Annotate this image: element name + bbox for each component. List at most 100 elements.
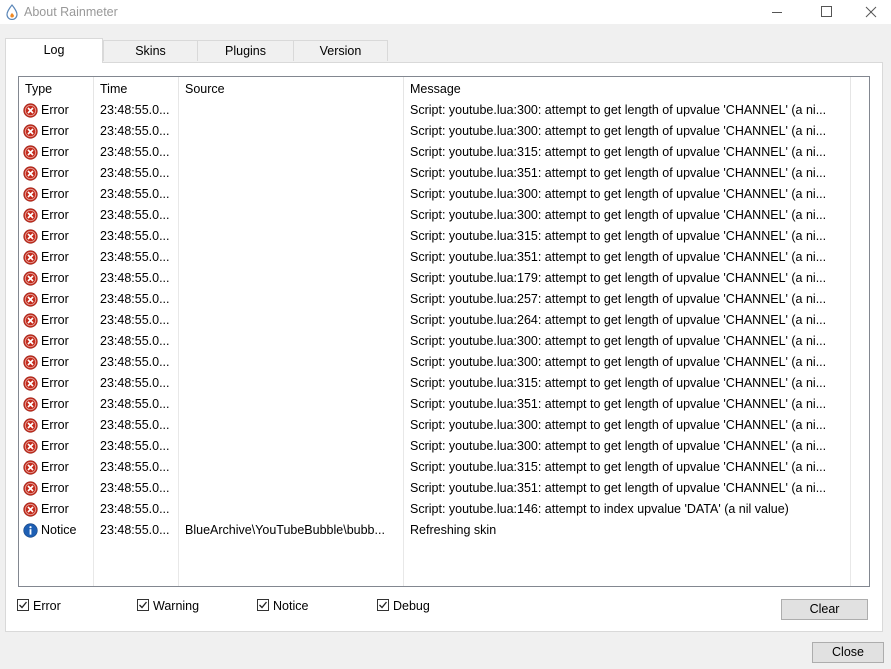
log-type: Error xyxy=(41,166,69,180)
log-source xyxy=(185,289,407,310)
log-message: Script: youtube.lua:300: attempt to get … xyxy=(410,208,827,222)
log-type: Error xyxy=(41,124,69,138)
log-time: 23:48:55.0... xyxy=(100,250,170,264)
log-row[interactable]: Error 23:48:55.0... Script: youtube.lua:30… xyxy=(19,121,869,142)
log-row[interactable]: Error 23:48:55.0... Script: youtube.lua:31… xyxy=(19,373,869,394)
close-icon xyxy=(865,6,877,18)
log-row[interactable]: Error 23:48:55.0... Script: youtube.lua:25… xyxy=(19,289,869,310)
error-icon xyxy=(23,481,38,496)
log-rows: Error 23:48:55.0... Script: youtube.lua:30… xyxy=(19,100,869,541)
log-type: Error xyxy=(41,460,69,474)
log-source xyxy=(185,163,407,184)
log-message: Script: youtube.lua:351: attempt to get … xyxy=(410,166,827,180)
tab-skins[interactable]: Skins xyxy=(103,40,198,61)
log-time: 23:48:55.0... xyxy=(100,397,170,411)
column-header-type[interactable]: Type xyxy=(19,77,94,100)
log-type-cell: Error xyxy=(23,499,109,520)
log-message: Script: youtube.lua:264: attempt to get … xyxy=(410,313,827,327)
log-row[interactable]: Error 23:48:55.0... Script: youtube.lua:30… xyxy=(19,436,869,457)
log-type-cell: Error xyxy=(23,205,109,226)
checkmark-icon xyxy=(259,601,268,609)
checkmark-icon xyxy=(139,601,148,609)
window-title: About Rainmeter xyxy=(24,5,118,19)
tab-version[interactable]: Version xyxy=(293,40,388,61)
log-type: Error xyxy=(41,397,69,411)
log-source xyxy=(185,142,407,163)
column-header-message[interactable]: Message xyxy=(404,77,851,100)
checkbox-box[interactable] xyxy=(17,599,29,611)
log-row[interactable]: Error 23:48:55.0... Script: youtube.lua:30… xyxy=(19,415,869,436)
log-message: Script: youtube.lua:300: attempt to get … xyxy=(410,103,827,117)
log-row[interactable]: Error 23:48:55.0... Script: youtube.lua:30… xyxy=(19,205,869,226)
column-header-source[interactable]: Source xyxy=(179,77,404,100)
log-row[interactable]: Error 23:48:55.0... Script: youtube.lua:30… xyxy=(19,184,869,205)
clear-button[interactable]: Clear xyxy=(781,599,868,620)
log-row[interactable]: Error 23:48:55.0... Script: youtube.lua:26… xyxy=(19,310,869,331)
log-message: Script: youtube.lua:257: attempt to get … xyxy=(410,292,827,306)
maximize-button[interactable] xyxy=(802,0,848,24)
log-type-cell: Error xyxy=(23,121,109,142)
log-row[interactable]: Error 23:48:55.0... Script: youtube.lua:30… xyxy=(19,331,869,352)
log-source xyxy=(185,415,407,436)
log-type-cell: Error xyxy=(23,373,109,394)
log-type-cell: Notice xyxy=(23,520,109,541)
log-type-cell: Error xyxy=(23,352,109,373)
log-time: 23:48:55.0... xyxy=(100,292,170,306)
tab-plugins[interactable]: Plugins xyxy=(197,40,294,61)
tab-log[interactable]: Log xyxy=(5,38,103,63)
log-type: Error xyxy=(41,355,69,369)
log-time: 23:48:55.0... xyxy=(100,166,170,180)
log-type: Error xyxy=(41,250,69,264)
log-time: 23:48:55.0... xyxy=(100,439,170,453)
log-row[interactable]: Notice 23:48:55.0... BlueArchive\YouTubeBu… xyxy=(19,520,869,541)
log-type-cell: Error xyxy=(23,268,109,289)
log-type: Error xyxy=(41,313,69,327)
log-type-cell: Error xyxy=(23,415,109,436)
log-message: Script: youtube.lua:179: attempt to get … xyxy=(410,271,827,285)
log-type: Error xyxy=(41,145,69,159)
checkbox-box[interactable] xyxy=(137,599,149,611)
error-icon xyxy=(23,397,38,412)
log-message: Script: youtube.lua:300: attempt to get … xyxy=(410,334,827,348)
log-row[interactable]: Error 23:48:55.0... Script: youtube.lua:30… xyxy=(19,100,869,121)
log-type: Error xyxy=(41,334,69,348)
column-header-time[interactable]: Time xyxy=(94,77,179,100)
log-time: 23:48:55.0... xyxy=(100,103,170,117)
log-row[interactable]: Error 23:48:55.0... Script: youtube.lua:35… xyxy=(19,163,869,184)
log-row[interactable]: Error 23:48:55.0... Script: youtube.lua:35… xyxy=(19,394,869,415)
log-message: Script: youtube.lua:351: attempt to get … xyxy=(410,397,827,411)
log-type-cell: Error xyxy=(23,226,109,247)
minimize-button[interactable] xyxy=(754,0,800,24)
title-bar: About Rainmeter xyxy=(0,0,891,24)
log-type: Error xyxy=(41,103,69,117)
error-icon xyxy=(23,166,38,181)
log-list[interactable]: Type Time Source Message Error 23:48:55.0… xyxy=(18,76,870,587)
log-row[interactable]: Error 23:48:55.0... Script: youtube.lua:31… xyxy=(19,142,869,163)
error-icon xyxy=(23,271,38,286)
log-row[interactable]: Error 23:48:55.0... Script: youtube.lua:31… xyxy=(19,226,869,247)
log-row[interactable]: Error 23:48:55.0... Script: youtube.lua:14… xyxy=(19,499,869,520)
log-row[interactable]: Error 23:48:55.0... Script: youtube.lua:30… xyxy=(19,352,869,373)
log-type-cell: Error xyxy=(23,142,109,163)
log-message: Script: youtube.lua:351: attempt to get … xyxy=(410,250,827,264)
error-icon xyxy=(23,292,38,307)
log-source xyxy=(185,394,407,415)
checkbox-box[interactable] xyxy=(257,599,269,611)
log-message: Script: youtube.lua:300: attempt to get … xyxy=(410,187,827,201)
maximize-icon xyxy=(821,6,832,17)
checkbox-box[interactable] xyxy=(377,599,389,611)
log-time: 23:48:55.0... xyxy=(100,376,170,390)
log-time: 23:48:55.0... xyxy=(100,334,170,348)
log-row[interactable]: Error 23:48:55.0... Script: youtube.lua:35… xyxy=(19,247,869,268)
log-row[interactable]: Error 23:48:55.0... Script: youtube.lua:17… xyxy=(19,268,869,289)
log-type-cell: Error xyxy=(23,436,109,457)
window-close-button[interactable] xyxy=(846,0,891,24)
log-source xyxy=(185,331,407,352)
error-icon xyxy=(23,439,38,454)
log-row[interactable]: Error 23:48:55.0... Script: youtube.lua:35… xyxy=(19,478,869,499)
filter-notice-label: Notice xyxy=(273,599,309,613)
close-button[interactable]: Close xyxy=(812,642,884,663)
log-message: Script: youtube.lua:315: attempt to get … xyxy=(410,229,827,243)
log-row[interactable]: Error 23:48:55.0... Script: youtube.lua:31… xyxy=(19,457,869,478)
log-time: 23:48:55.0... xyxy=(100,355,170,369)
